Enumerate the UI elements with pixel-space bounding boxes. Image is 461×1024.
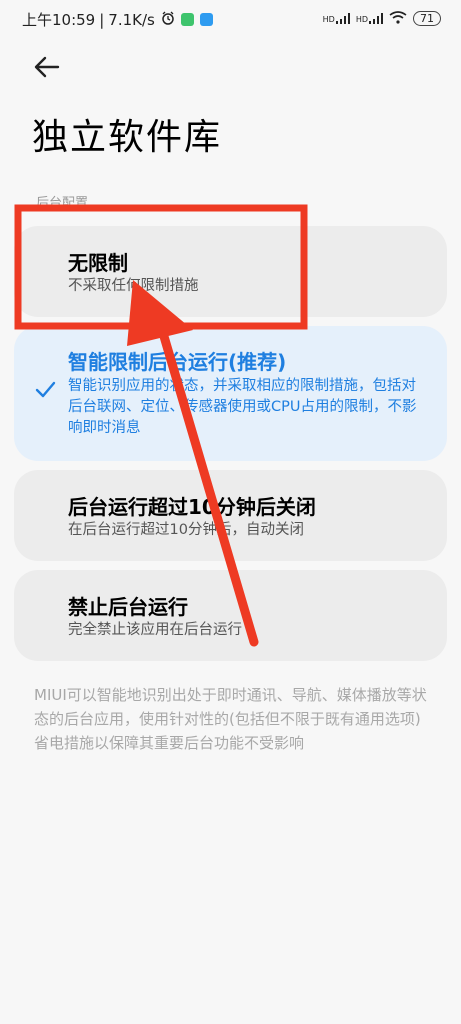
annotation-arrow-shaft	[153, 311, 259, 647]
annotation-arrow-head	[127, 280, 193, 346]
annotation-overlay	[14, 204, 308, 647]
